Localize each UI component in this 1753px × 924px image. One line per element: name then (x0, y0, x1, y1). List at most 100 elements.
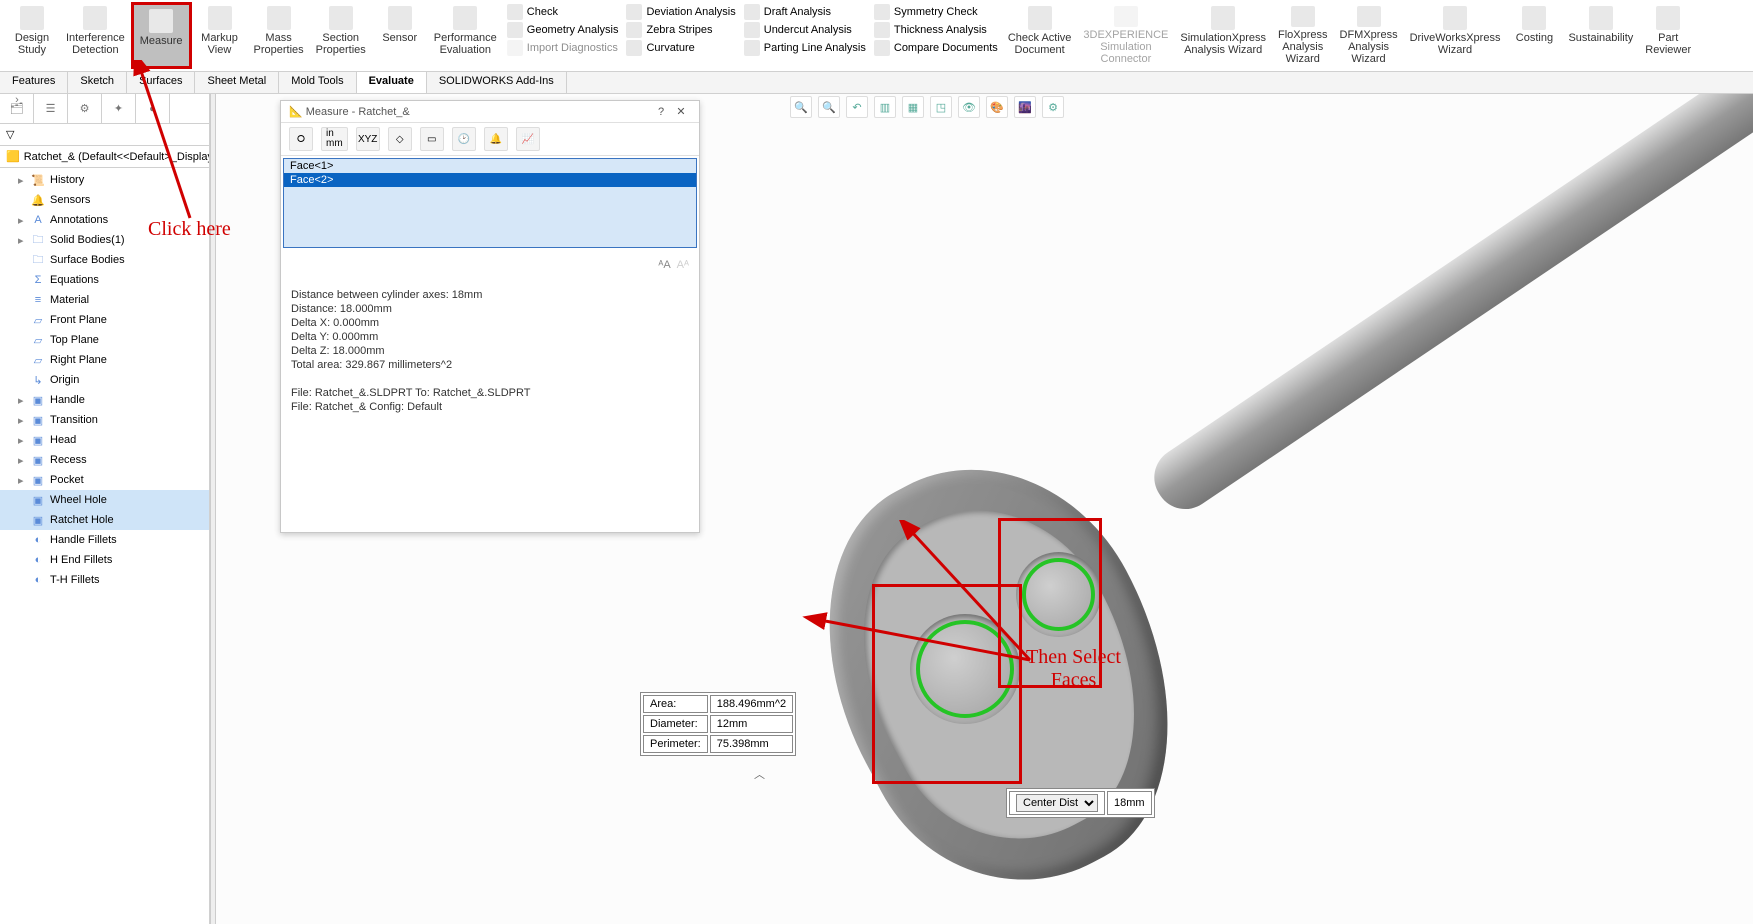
sym-button[interactable]: Symmetry Check (874, 4, 998, 20)
projected-icon[interactable]: ▭ (420, 127, 444, 151)
tree-wheel[interactable]: ▣Wheel Hole (0, 490, 209, 510)
mat-icon: ≡ (30, 292, 46, 308)
tree-eq[interactable]: ΣEquations (0, 270, 209, 290)
chart-icon[interactable]: 📈 (516, 127, 540, 151)
draft-button[interactable]: Draft Analysis (744, 4, 866, 20)
tree-front[interactable]: ▱Front Plane (0, 310, 209, 330)
prev-view-icon[interactable]: ↶ (846, 96, 868, 118)
tree-handle[interactable]: ▸▣Handle (0, 390, 209, 410)
zebra-icon (626, 22, 642, 38)
costing-icon (1522, 6, 1546, 30)
arc-options-icon[interactable]: ⭘ (289, 127, 313, 151)
tab-sheet-metal[interactable]: Sheet Metal (195, 72, 279, 93)
surf-icon: 🗀 (30, 252, 46, 268)
hide-show-icon[interactable]: 👁 (958, 96, 980, 118)
command-tabs: FeaturesSketchSurfacesSheet MetalMold To… (0, 72, 1753, 94)
interference-button[interactable]: Interference Detection (60, 2, 131, 69)
section-props-button[interactable]: Section Properties (310, 2, 372, 69)
callout-collapse-icon[interactable]: ︿ (754, 766, 765, 782)
appearance-icon[interactable]: 🎨 (986, 96, 1008, 118)
tab-mold-tools[interactable]: Mold Tools (279, 72, 356, 93)
3dexp-button[interactable]: 3DEXPERIENCE Simulation Connector (1077, 2, 1174, 69)
history-icon[interactable]: 🕑 (452, 127, 476, 151)
font-decrease-icon[interactable]: Aᴬ (677, 259, 689, 271)
geom-button[interactable]: Geometry Analysis (507, 22, 619, 38)
section-view-icon[interactable]: ▥ (874, 96, 896, 118)
view-orient-icon[interactable]: ▦ (902, 96, 924, 118)
tree-right[interactable]: ▱Right Plane (0, 350, 209, 370)
sustain-button[interactable]: Sustainability (1562, 2, 1639, 69)
flox-button[interactable]: FloXpress Analysis Wizard (1272, 2, 1334, 69)
panel-next-icon[interactable]: › (0, 94, 34, 106)
tab-solidworks-add-ins[interactable]: SOLIDWORKS Add-Ins (427, 72, 567, 93)
simx-button[interactable]: SimulationXpress Analysis Wizard (1174, 2, 1272, 69)
part-icon: 🟨 (6, 150, 20, 163)
drivex-button[interactable]: DriveWorksXpress Wizard (1404, 2, 1507, 69)
origin-icon: ↳ (30, 372, 46, 388)
thick-button[interactable]: Thickness Analysis (874, 22, 998, 38)
tab-evaluate[interactable]: Evaluate (357, 72, 427, 93)
zoom-area-icon[interactable]: 🔍 (818, 96, 840, 118)
parting-button[interactable]: Parting Line Analysis (744, 40, 866, 56)
view-settings-icon[interactable]: ⚙ (1042, 96, 1064, 118)
units-button[interactable]: in mm (321, 127, 348, 151)
tab-sketch[interactable]: Sketch (68, 72, 127, 93)
zoom-fit-icon[interactable]: 🔍 (790, 96, 812, 118)
tree-mat[interactable]: ≡Material (0, 290, 209, 310)
thfill-icon: ◐ (30, 572, 46, 588)
design-study-icon (20, 6, 44, 30)
tree-origin[interactable]: ↳Origin (0, 370, 209, 390)
annot-icon: A (30, 212, 46, 228)
measure-window[interactable]: 📐 Measure - Ratchet_& ? ✕ ⭘ in mm XYZ ◇ … (280, 100, 700, 533)
scene-icon[interactable]: 🌆 (1014, 96, 1036, 118)
design-study-button[interactable]: Design Study (4, 2, 60, 69)
tree-ratchet[interactable]: ▣Ratchet Hole (0, 510, 209, 530)
measure-titlebar[interactable]: 📐 Measure - Ratchet_& ? ✕ (281, 101, 699, 123)
top-icon: ▱ (30, 332, 46, 348)
mass-props-button[interactable]: Mass Properties (248, 2, 310, 69)
selection-face2[interactable]: Face<2> (284, 173, 696, 187)
markup-button[interactable]: Markup View (192, 2, 248, 69)
tree-head[interactable]: ▸▣Head (0, 430, 209, 450)
annotation-select-faces: Then Select Faces (1026, 646, 1121, 692)
measure-button[interactable]: Measure (131, 2, 192, 69)
tree-recess[interactable]: ▸▣Recess (0, 450, 209, 470)
tab-features[interactable]: Features (0, 72, 68, 93)
handle-icon: ▣ (30, 392, 46, 408)
compare-button[interactable]: Compare Documents (874, 40, 998, 56)
undercut-button[interactable]: Undercut Analysis (744, 22, 866, 38)
selection-list[interactable]: Face<1> Face<2> (283, 158, 697, 248)
close-button[interactable]: ✕ (671, 105, 691, 118)
tree-hend[interactable]: ◐H End Fillets (0, 550, 209, 570)
xyz-toggle[interactable]: XYZ (356, 127, 380, 151)
measure-callout-centerdist: Center Dist 18mm (1006, 788, 1155, 818)
check-button[interactable]: Check (507, 4, 619, 20)
help-button[interactable]: ? (651, 106, 671, 118)
tree-pocket[interactable]: ▸▣Pocket (0, 470, 209, 490)
tree-surf[interactable]: 🗀Surface Bodies (0, 250, 209, 270)
display-style-icon[interactable]: ◳ (930, 96, 952, 118)
font-increase-icon[interactable]: ᴬA (658, 259, 670, 271)
active-doc-button[interactable]: Check Active Document (1002, 2, 1078, 69)
tree-top[interactable]: ▱Top Plane (0, 330, 209, 350)
tree-trans[interactable]: ▸▣Transition (0, 410, 209, 430)
costing-button[interactable]: Costing (1506, 2, 1562, 69)
tree-thfill[interactable]: ◐T-H Fillets (0, 570, 209, 590)
center-dist-dropdown[interactable]: Center Dist (1016, 794, 1098, 812)
sensor-button[interactable]: Sensor (372, 2, 428, 69)
point2point-icon[interactable]: ◇ (388, 127, 412, 151)
curv-button[interactable]: Curvature (626, 40, 735, 56)
selection-face1[interactable]: Face<1> (284, 159, 696, 173)
config-tab[interactable]: ⚙ (68, 94, 102, 123)
perf-eval-button[interactable]: Performance Evaluation (428, 2, 503, 69)
dfmx-button[interactable]: DFMXpress Analysis Wizard (1334, 2, 1404, 69)
hend-icon: ◐ (30, 552, 46, 568)
zebra-button[interactable]: Zebra Stripes (626, 22, 735, 38)
dev-button[interactable]: Deviation Analysis (626, 4, 735, 20)
import-button[interactable]: Import Diagnostics (507, 40, 619, 56)
tree-hfill[interactable]: ◐Handle Fillets (0, 530, 209, 550)
draft-icon (744, 4, 760, 20)
property-tab[interactable]: ☰ (34, 94, 68, 123)
partrev-button[interactable]: Part Reviewer (1639, 2, 1697, 69)
sensor-create-icon[interactable]: 🔔 (484, 127, 508, 151)
